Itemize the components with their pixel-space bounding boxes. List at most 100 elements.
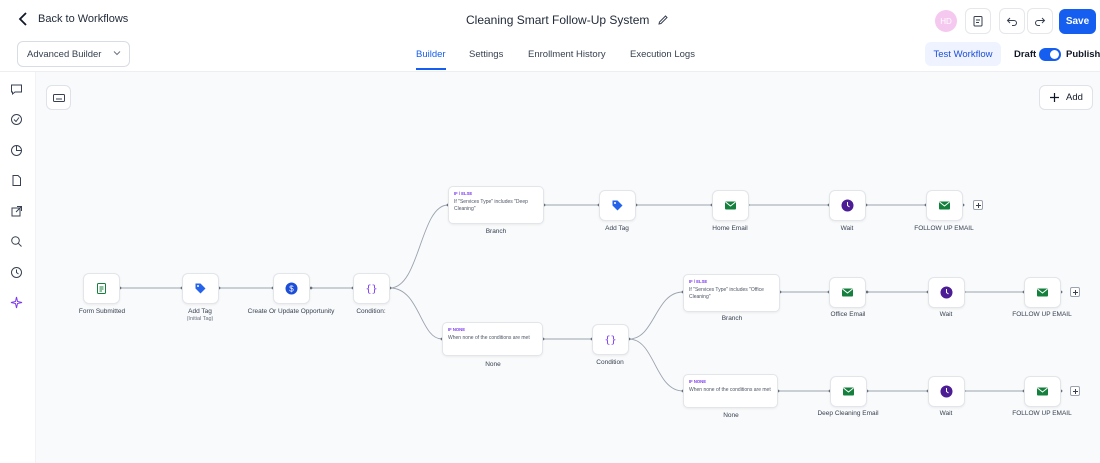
clipboard-icon: [973, 16, 983, 27]
clock-icon: [841, 199, 854, 212]
chevron-left-icon: [18, 12, 27, 26]
create-opportunity-label: Create Or Update Opportunity: [247, 308, 335, 315]
follow-up-3-label: FOLLOW UP EMAIL: [1012, 410, 1072, 417]
plus-icon: [1050, 93, 1060, 102]
add-step-button[interactable]: [1070, 287, 1080, 297]
follow-up-email-node-2[interactable]: [1024, 277, 1061, 308]
active-tab-indicator: [416, 68, 446, 70]
deep-email-label: Deep Cleaning Email: [817, 410, 879, 417]
builder-type-value: Advanced Builder: [27, 49, 102, 60]
home-email-node[interactable]: [712, 190, 749, 221]
none-2-label: None: [723, 412, 739, 419]
add-tag-title: Add Tag: [188, 308, 212, 315]
plus-icon: [1072, 388, 1078, 394]
pie-chart-icon[interactable]: [10, 144, 23, 157]
keyboard-shortcuts-button[interactable]: [46, 85, 71, 110]
redo-button[interactable]: [1027, 8, 1053, 34]
none-node-1[interactable]: IF NONE When none of the conditions are …: [442, 322, 543, 356]
pencil-icon[interactable]: [657, 14, 669, 26]
search-icon[interactable]: [10, 235, 23, 248]
email-icon: [1037, 387, 1048, 396]
check-circle-icon[interactable]: [10, 113, 23, 126]
undo-button[interactable]: [999, 8, 1025, 34]
add-tag-subtitle: (Initial Tag): [186, 316, 214, 323]
none-condition-text: When none of the conditions are met: [448, 335, 530, 341]
add-tag-2-label: Add Tag: [605, 225, 629, 232]
follow-up-email-node-3[interactable]: [1024, 376, 1061, 407]
add-step-button[interactable]: [973, 200, 983, 210]
deep-cleaning-email-node[interactable]: [830, 376, 867, 407]
draft-label: Draft: [1014, 49, 1037, 60]
email-icon: [1037, 288, 1048, 297]
svg-text:$: $: [289, 284, 294, 293]
branch-node-deep-cleaning[interactable]: IF / ELSE If "Services Type" includes "D…: [448, 186, 544, 224]
form-submitted-label: Form Submitted: [78, 308, 126, 315]
email-icon: [725, 201, 736, 210]
if-else-badge: IF / ELSE: [689, 279, 708, 284]
clock-icon: [940, 286, 953, 299]
tag-icon: [195, 283, 206, 294]
notes-button[interactable]: [965, 8, 991, 34]
email-icon: [843, 387, 854, 396]
condition-node-1[interactable]: {}: [353, 273, 390, 304]
add-label: Add: [1066, 92, 1083, 103]
wait-node-2[interactable]: [928, 277, 965, 308]
if-none-badge: IF NONE: [689, 379, 706, 384]
none-condition-text: When none of the conditions are met: [689, 387, 771, 393]
save-button[interactable]: Save: [1059, 9, 1096, 34]
avatar[interactable]: HD: [935, 10, 957, 32]
dollar-icon: $: [285, 282, 298, 295]
add-step-button[interactable]: [1070, 386, 1080, 396]
add-tag-label: Add Tag (Initial Tag): [155, 308, 245, 324]
condition-node-2[interactable]: {}: [592, 324, 629, 355]
braces-icon: {}: [365, 284, 377, 295]
document-icon[interactable]: [10, 174, 23, 187]
back-to-workflows-link[interactable]: Back to Workflows: [18, 12, 128, 26]
undo-icon: [1006, 17, 1017, 26]
tag-icon: [612, 200, 623, 211]
condition-2-label: Condition: [596, 359, 624, 366]
condition-1-label: Condition:: [356, 308, 386, 315]
tab-settings[interactable]: Settings: [469, 49, 503, 60]
test-workflow-button[interactable]: Test Workflow: [925, 42, 1001, 66]
if-else-badge: IF / ELSE: [454, 191, 473, 196]
history-icon[interactable]: [10, 266, 23, 279]
form-submitted-node[interactable]: [83, 273, 120, 304]
home-email-label: Home Email: [712, 225, 748, 232]
wait-node-1[interactable]: [829, 190, 866, 221]
follow-up-email-node-1[interactable]: [926, 190, 963, 221]
workflow-title[interactable]: Cleaning Smart Follow-Up System: [466, 13, 669, 27]
add-tag-node-2[interactable]: [599, 190, 636, 221]
builder-type-select[interactable]: Advanced Builder: [17, 41, 130, 67]
branch-condition-text: If "Services Type" includes "Office Clea…: [689, 287, 764, 300]
tab-execution-logs[interactable]: Execution Logs: [630, 49, 695, 60]
add-node-button[interactable]: Add: [1039, 85, 1093, 110]
branch-1-label: Branch: [485, 228, 507, 235]
if-none-badge: IF NONE: [448, 327, 465, 332]
publish-label: Publish: [1066, 49, 1100, 60]
email-icon: [842, 288, 853, 297]
chat-icon[interactable]: [10, 83, 23, 96]
create-opportunity-node[interactable]: $: [273, 273, 310, 304]
branch-node-office-cleaning[interactable]: IF / ELSE If "Services Type" includes "O…: [683, 274, 780, 312]
follow-up-2-label: FOLLOW UP EMAIL: [1012, 311, 1072, 318]
none-node-2[interactable]: IF NONE When none of the conditions are …: [683, 374, 778, 408]
top-bar: Back to Workflows Cleaning Smart Follow-…: [0, 0, 1100, 40]
external-link-icon[interactable]: [10, 205, 23, 218]
tab-builder[interactable]: Builder: [416, 49, 446, 60]
publish-toggle[interactable]: [1039, 48, 1061, 61]
add-tag-node[interactable]: [182, 273, 219, 304]
tab-enrollment-history[interactable]: Enrollment History: [528, 49, 606, 60]
ai-sparkle-icon[interactable]: [10, 296, 23, 309]
form-icon: [97, 283, 106, 294]
none-1-label: None: [485, 361, 501, 368]
office-email-node[interactable]: [829, 277, 866, 308]
keyboard-icon: [52, 93, 65, 102]
braces-icon: {}: [604, 335, 616, 346]
wait-1-label: Wait: [840, 225, 854, 232]
branch-2-label: Branch: [721, 315, 743, 322]
left-sidebar: [0, 72, 36, 463]
branch-condition-text: If "Services Type" includes "Deep Cleani…: [454, 199, 528, 212]
wait-node-3[interactable]: [928, 376, 965, 407]
wait-2-label: Wait: [939, 311, 953, 318]
